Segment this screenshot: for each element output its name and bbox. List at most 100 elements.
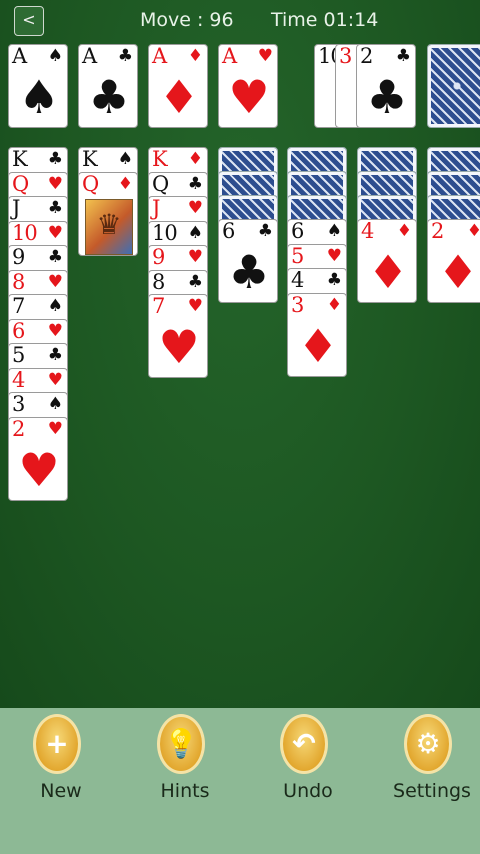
card-suit-icon: ♥ [47,320,63,341]
card-suit-icon: ♥ [47,173,63,194]
foundation-card[interactable]: A ♥ ♥ [218,44,278,128]
move-counter: Move : 96 [140,9,234,31]
tableau-card[interactable]: 7 ♥ ♥ [148,294,208,378]
card-rank: A [82,44,97,68]
card-suit-icon: ♣ [47,247,63,267]
card-rank: 4 [291,268,304,292]
card-suit-icon: ♠ [187,222,203,243]
card-rank: K [152,147,168,171]
new-label: New [40,780,82,802]
card-rank: J [152,196,160,220]
card-suit-icon: ♣ [117,46,133,66]
card-suit-icon: ♠ [326,221,342,241]
card-suit-icon: ♣ [47,345,63,365]
card-rank: K [12,147,28,171]
card-suit-icon: ♥ [47,369,63,390]
tableau-card[interactable]: Q ♦ ♛ [78,171,138,256]
tableau-card[interactable]: 2♦♦ [427,219,480,303]
card-center-suit-icon: ♦ [367,245,409,299]
card-suit-icon: ♣ [47,149,63,169]
card-center-suit-icon: ♦ [297,318,339,373]
hints-label: Hints [160,780,210,802]
card-suit-icon: ♦ [187,149,203,169]
card-suit-icon: ♥ [47,418,63,439]
card-rank: 4 [361,219,374,243]
card-rank: A [12,44,27,68]
back-button[interactable]: < [14,6,44,36]
card-rank: 6 [291,219,304,243]
card-center-suit-icon: ♣ [366,70,408,124]
card-rank: 7 [12,294,25,318]
foundation-card[interactable]: A ♠ ♠ [8,44,68,128]
card-rank: 6 [222,219,235,243]
card-rank: J [12,196,20,220]
card-rank: 2 [431,219,444,243]
card-suit-icon: ♦ [467,221,480,241]
card-suit-icon: ♠ [47,394,63,414]
card-center-suit-icon: ♣ [88,70,130,124]
card-suit-icon: ♣ [395,46,411,66]
card-rank: 8 [152,269,165,294]
card-rank: A [222,44,237,68]
card-suit-icon: ♥ [257,46,273,66]
game-timer: Time 01:14 [271,9,379,31]
undo-arrow-icon: ↶ [280,714,328,774]
waste-card[interactable]: 2 ♣ ♣ [356,44,416,128]
tableau-card[interactable]: 4 ♦ ♦ [357,219,417,303]
tableau-card[interactable]: 2 ♥ ♥ [8,416,68,501]
card-rank: A [152,44,167,68]
card-suit-icon: ♣ [187,173,203,194]
card-center-suit-icon: ♦ [437,245,479,299]
card-suit-icon: ♣ [326,270,342,290]
card-suit-icon: ♦ [326,294,342,315]
card-suit-icon: ♥ [47,222,63,243]
card-center-suit-icon: ♥ [18,442,60,497]
card-suit-icon: ♦ [396,221,412,241]
card-suit-icon: ♣ [187,271,203,292]
card-rank: 2 [12,416,25,441]
card-rank: 9 [152,245,165,269]
new-button[interactable]: + New [13,710,109,810]
card-suit-icon: ♥ [187,198,203,218]
top-bar: < Move : 96 Time 01:14 [0,0,480,40]
card-center-suit-icon: ♥ [158,320,200,374]
card-suit-icon: ♣ [257,221,273,241]
card-rank: 9 [12,245,25,269]
card-center-suit-icon: ♥ [228,70,270,124]
hints-button[interactable]: 💡 Hints [137,710,233,810]
card-rank: 8 [12,269,25,294]
stock-pile[interactable] [427,44,480,128]
settings-label: Settings [393,780,471,802]
undo-label: Undo [283,780,333,802]
gear-icon: ⚙ [404,714,452,774]
card-rank: Q [152,171,169,196]
card-suit-icon: ♠ [47,46,63,66]
card-suit-icon: ♦ [117,173,133,194]
card-rank: 10 [12,220,38,245]
card-suit-icon: ♦ [187,46,203,66]
tableau-card[interactable]: 3 ♦ ♦ [287,292,347,377]
card-center-suit-icon: ♠ [18,70,60,124]
card-rank: 3 [339,44,352,68]
card-suit-icon: ♣ [47,198,63,218]
undo-button[interactable]: ↶ Undo [260,710,356,810]
card-center-suit-icon: ♦ [158,70,200,124]
tableau-card[interactable]: 6 ♣ ♣ [218,219,278,303]
card-rank: 3 [291,292,304,317]
queen-portrait-icon: ♛ [85,198,133,255]
card-rank: 5 [12,343,25,367]
card-center-suit-icon: ♣ [228,245,270,299]
card-suit-icon: ♥ [47,271,63,292]
card-rank: 7 [152,294,165,318]
card-rank: 2 [360,44,373,68]
card-rank: 5 [291,243,304,268]
card-suit-icon: ♠ [47,296,63,316]
foundation-card[interactable]: A ♣ ♣ [78,44,138,128]
card-rank: 10 [152,220,178,245]
card-rank: K [82,147,98,171]
foundation-card[interactable]: A ♦ ♦ [148,44,208,128]
card-suit-icon: ♥ [187,247,203,267]
plus-icon: + [33,714,81,774]
card-rank: Q [12,171,29,196]
settings-button[interactable]: ⚙ Settings [384,710,480,810]
